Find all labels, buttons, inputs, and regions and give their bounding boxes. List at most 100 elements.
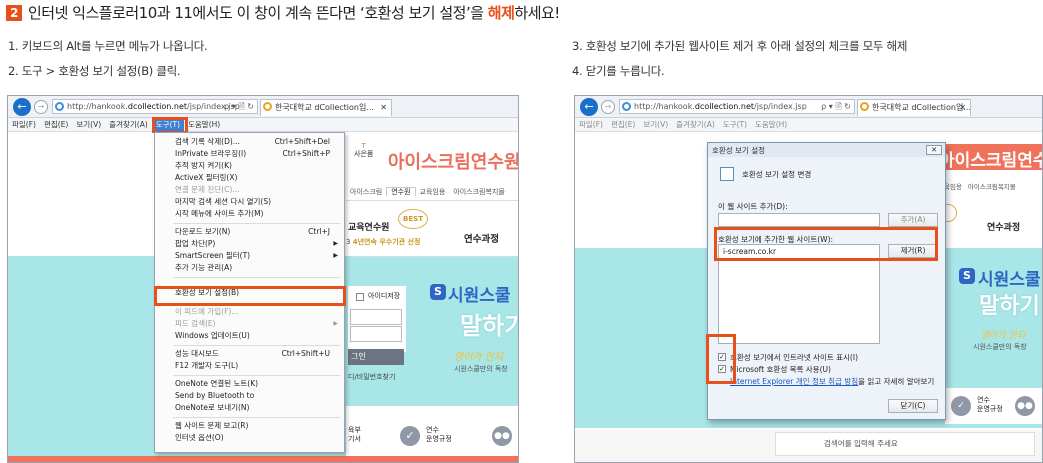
tab-close-icon-2[interactable]: ✕ (959, 100, 966, 115)
menu-item-activex-filtering[interactable]: ActiveX 필터링(X) (155, 172, 344, 184)
menu-edit-2[interactable]: 편집(E) (607, 118, 639, 131)
quick-link-left-label: 육부 기서 (348, 426, 361, 443)
submenu-arrow-icon: ▶ (333, 240, 338, 247)
banner-script: 영어가 안되 (454, 352, 504, 363)
banner-script-2: 영어가 안되 (981, 331, 1026, 341)
step-number-badge: 2 (6, 5, 22, 21)
login-button[interactable]: 그인 (348, 349, 404, 365)
banner-subtitle: 말하기 (460, 312, 518, 340)
people-icon-2[interactable]: ●● (1015, 396, 1035, 416)
banner-logo-icon-2: S (959, 268, 975, 284)
menu-item-reopen-session[interactable]: 마지막 검색 세션 다시 열기(S) (155, 196, 344, 208)
menu-item-windows-update[interactable]: Windows 업데이트(U) (155, 330, 344, 342)
ie-icon (55, 102, 64, 111)
banner-logo-icon: S (430, 284, 446, 300)
menu-file-2[interactable]: 파일(F) (575, 118, 607, 131)
address-bar-2[interactable]: http://hankook.dcollection.net/jsp/index… (619, 99, 855, 114)
id-input[interactable] (350, 309, 402, 325)
nav-icecream[interactable]: 아이스크림 (346, 188, 386, 196)
browser-toolbar-2: ← → http://hankook.dcollection.net/jsp/i… (575, 96, 1042, 118)
forward-button-2[interactable]: → (601, 100, 615, 114)
menu-view-2[interactable]: 보기(V) (639, 118, 672, 131)
address-controls-2[interactable]: ρ ▾ 🗎 ↻ (821, 100, 851, 113)
menu-item-report-problem[interactable]: 웹 사이트 문제 보고(R) (155, 420, 344, 432)
people-icon[interactable]: ●● (492, 426, 512, 446)
left-screenshot: ← → http://hankook.dcollection.net/jsp/i… (7, 95, 519, 463)
save-id-checkbox[interactable] (356, 293, 364, 301)
menu-item-tracking-protection[interactable]: 추적 방지 켜기(K) (155, 160, 344, 172)
menu-item-smartscreen[interactable]: SmartScreen 필터(T) ▶ (155, 250, 344, 262)
tab-favicon (860, 102, 869, 111)
checkbox-highlight (706, 334, 736, 384)
menu-tools-2[interactable]: 도구(T) (719, 118, 751, 131)
best-badge-icon: BEST (398, 209, 428, 229)
menu-item-f12-devtools[interactable]: F12 개발자 도구(L) (155, 360, 344, 372)
menu-help-2[interactable]: 도움말(H) (751, 118, 791, 131)
browser-tab-2[interactable]: 한국대학교 dCollection입... ✕ (857, 99, 971, 116)
course-label: 연수과정 (464, 234, 499, 245)
nav-mall[interactable]: 아이스크림복지몰 (449, 188, 509, 196)
menu-item-popup-blocker[interactable]: 팝업 차단(P) ▶ (155, 238, 344, 250)
banner-subtitle-2: 말하기 (979, 294, 1040, 319)
menu-item-subscribe-feed: 이 피드에 가입(F)... (175, 307, 239, 316)
add-site-button[interactable]: 추가(A) (888, 213, 938, 227)
site-search-input[interactable]: 검색어를 입력해 주세요 (775, 432, 1035, 456)
ie-icon (622, 102, 631, 111)
banner-note-2: 시원스쿨만의 독창 (973, 343, 1027, 351)
site-org: 교육연수원 (348, 223, 390, 233)
find-account-link[interactable]: 디/비밀번호찾기 (348, 372, 395, 382)
menu-item-manage-addons[interactable]: 추가 기능 관리(A) (155, 262, 344, 274)
check-icon-2[interactable]: ✓ (951, 396, 971, 416)
site-brand: 아이스크림연수원 (388, 152, 519, 173)
check-icon[interactable]: ✓ (400, 426, 420, 446)
compat-dialog: 호환성 보기 설정 ✕ 호환성 보기 설정 변경 이 웹 사이트 추가(D): … (707, 142, 946, 420)
add-site-input[interactable] (718, 213, 880, 227)
menu-view[interactable]: 보기(V) (72, 118, 105, 131)
password-input[interactable] (350, 326, 402, 342)
page-title: 2 인터넷 익스플로러10과 11에서도 이 창이 계속 뜬다면 ‘호환성 보기 … (6, 2, 560, 23)
forward-button[interactable]: → (34, 100, 48, 114)
ms-compat-list-label: Microsoft 호환성 목록 사용(U) (730, 365, 831, 374)
browser-tab[interactable]: 한국대학교 dCollection입... ✕ (260, 99, 392, 116)
site-brand-2: 아이스크림연수원 (939, 151, 1042, 171)
menu-item-onenote-linked[interactable]: OneNote 연결된 노트(K) (155, 378, 344, 390)
save-id-label: 아이디저장 (368, 292, 401, 300)
menu-bar: 파일(F) 편집(E) 보기(V) 즐겨찾기(A) 도구(T) 도움말(H) (8, 118, 518, 132)
step-1: 1. 키보드의 Alt를 누르면 메뉴가 나옵니다. (8, 39, 208, 53)
submenu-arrow-icon: ▶ (333, 252, 338, 259)
menu-edit[interactable]: 편집(E) (40, 118, 72, 131)
nav-training[interactable]: 연수원 (386, 187, 416, 196)
menu-item-send-onenote[interactable]: OneNote로 보내기(N) (155, 402, 344, 414)
address-controls[interactable]: ρ ▾ 🗎 ↻ (224, 100, 254, 113)
menu-help[interactable]: 도움말(H) (184, 118, 224, 131)
menu-item-internet-options[interactable]: 인터넷 옵션(O) (155, 432, 344, 444)
dialog-title: 호환성 보기 설정 (712, 146, 766, 155)
menu-item-inprivate[interactable]: InPrivate 브라우징(I) Ctrl+Shift+P (155, 148, 344, 160)
title-highlight: 해제 (487, 4, 515, 22)
dialog-close-icon[interactable]: ✕ (926, 145, 942, 155)
step-4: 4. 닫기를 누릅니다. (572, 64, 665, 78)
nav-education[interactable]: 교육임용 (416, 188, 450, 196)
quick-link-rules-label-2: 연수 운영규정 (977, 396, 1003, 413)
address-bar[interactable]: http://hankook.dcollection.net/jsp/index… (52, 99, 258, 114)
tab-close-icon[interactable]: ✕ (380, 100, 387, 115)
menu-item-downloads[interactable]: 다운로드 보기(N) Ctrl+J (155, 226, 344, 238)
award-text: 3 4년연속 우수기관 선정 (346, 238, 421, 246)
back-button-2[interactable]: ← (580, 98, 598, 116)
menu-favorites-2[interactable]: 즐겨찾기(A) (672, 118, 719, 131)
privacy-policy-link[interactable]: Internet Explorer 개인 정보 취급 방침 (730, 377, 858, 386)
menu-item-delete-history[interactable]: 검색 기록 삭제(D)... Ctrl+Shift+Del (155, 136, 344, 148)
intranet-compat-label: 호환성 보기에서 인트라넷 사이트 표시(I) (730, 353, 858, 362)
menu-item-bluetooth[interactable]: Send by Bluetooth to (155, 390, 344, 402)
menu-file[interactable]: 파일(F) (8, 118, 40, 131)
menu-item-add-to-start[interactable]: 시작 메뉴에 사이트 추가(M) (155, 208, 344, 220)
tab-favicon (263, 102, 272, 111)
close-dialog-button[interactable]: 닫기(C) (888, 399, 938, 413)
submenu-arrow-icon: ▶ (333, 320, 338, 327)
nav-mall-2[interactable]: 아이스크림복지몰 (965, 183, 1019, 191)
menu-item-performance-dashboard[interactable]: 성능 대시보드 Ctrl+Shift+U (155, 348, 344, 360)
banner-title-2: 시원스쿨 (978, 270, 1041, 290)
menu-favorites[interactable]: 즐겨찾기(A) (105, 118, 152, 131)
quick-link-rules-label: 연수 운영규정 (426, 426, 452, 443)
back-button[interactable]: ← (13, 98, 31, 116)
